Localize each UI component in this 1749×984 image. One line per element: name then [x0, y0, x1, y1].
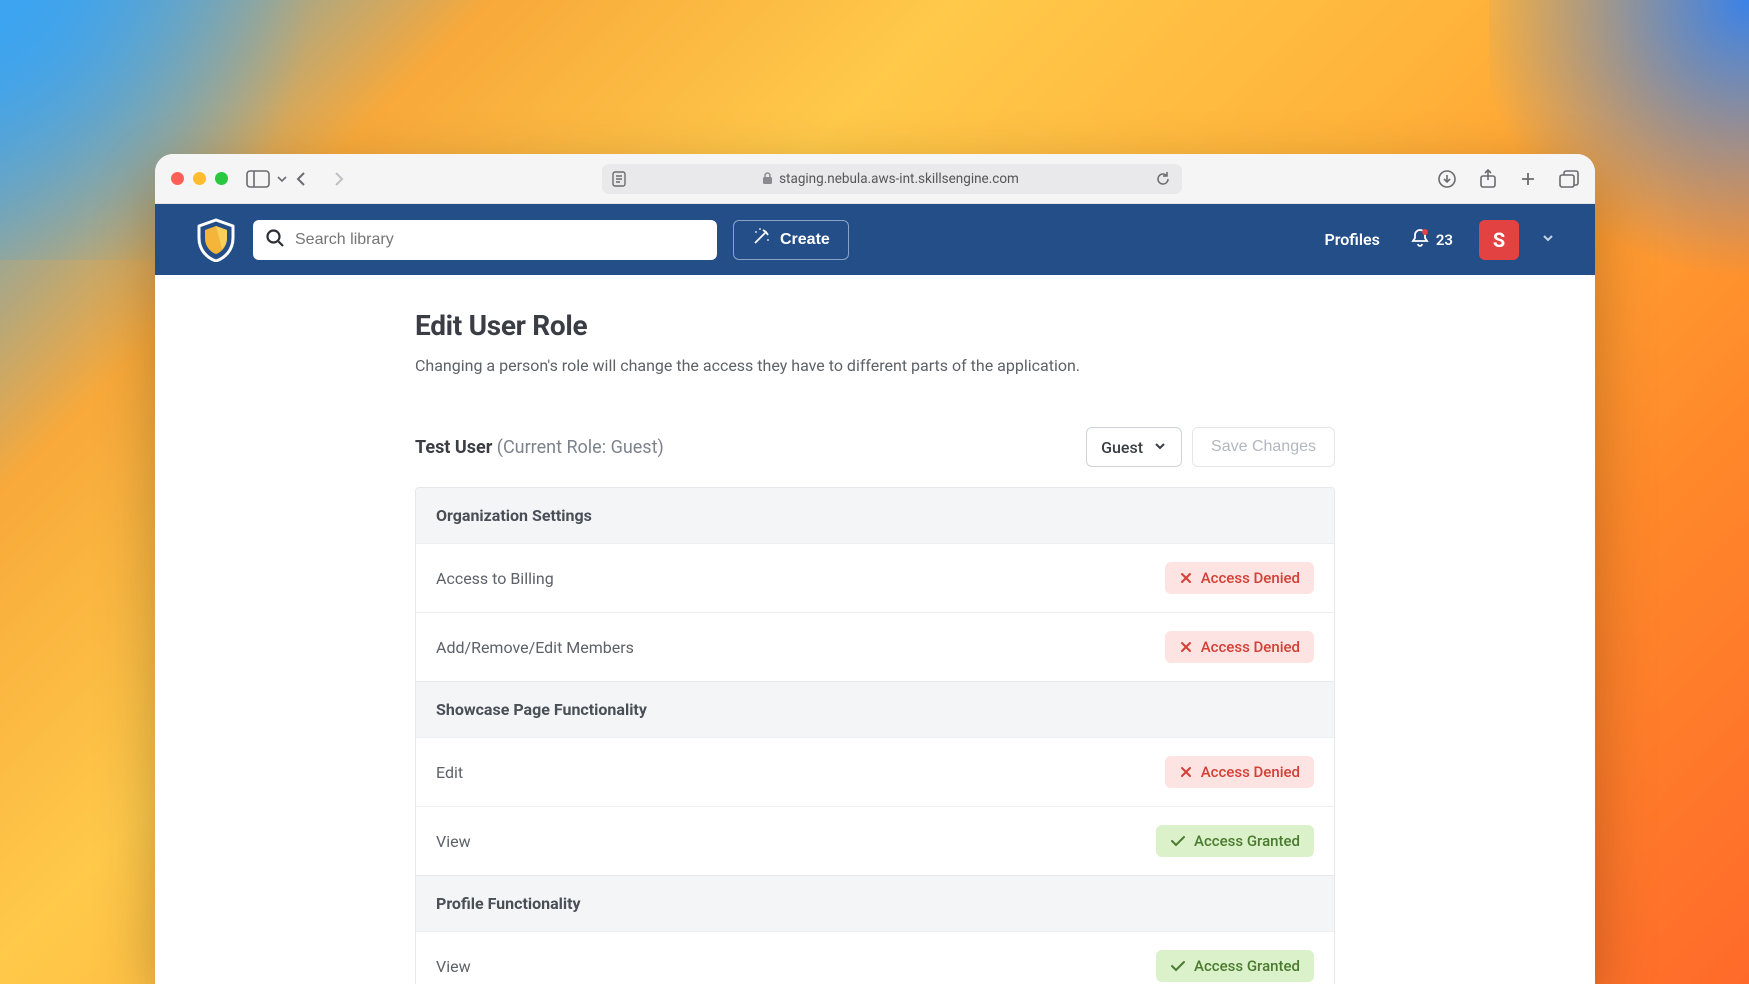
- permissions-section-header: Organization Settings: [416, 488, 1334, 543]
- magic-wand-icon: [752, 228, 770, 251]
- create-label: Create: [780, 231, 830, 249]
- chevron-down-icon[interactable]: [276, 173, 288, 185]
- check-icon: [1170, 959, 1186, 973]
- reload-icon[interactable]: [1155, 171, 1171, 187]
- x-icon: [1179, 765, 1193, 779]
- reader-icon[interactable]: [612, 171, 626, 187]
- page-title: Edit User Role: [415, 309, 1335, 342]
- search-icon: [265, 228, 285, 252]
- notifications-button[interactable]: 23: [1410, 228, 1453, 252]
- app-logo[interactable]: [195, 219, 237, 261]
- user-label: Test User (Current Role: Guest): [415, 437, 664, 458]
- access-denied-badge: Access Denied: [1165, 562, 1314, 594]
- share-icon[interactable]: [1479, 169, 1497, 189]
- sidebar-toggle-icon[interactable]: [246, 170, 270, 188]
- search-input[interactable]: [295, 231, 705, 249]
- permission-row: Add/Remove/Edit Members Access Denied: [416, 612, 1334, 681]
- search-input-wrapper[interactable]: [253, 220, 717, 260]
- permission-label: View: [436, 832, 471, 851]
- access-denied-badge: Access Denied: [1165, 756, 1314, 788]
- access-denied-badge: Access Denied: [1165, 631, 1314, 663]
- bell-icon: [1410, 228, 1430, 252]
- x-icon: [1179, 640, 1193, 654]
- fullscreen-window-button[interactable]: [215, 172, 228, 185]
- page-content: Edit User Role Changing a person's role …: [155, 275, 1595, 984]
- address-bar[interactable]: staging.nebula.aws-int.skillsengine.com: [602, 164, 1182, 194]
- user-menu-chevron-icon[interactable]: [1541, 230, 1555, 249]
- access-granted-badge: Access Granted: [1156, 950, 1314, 982]
- save-changes-button[interactable]: Save Changes: [1192, 427, 1335, 467]
- lock-icon: [762, 172, 773, 185]
- notif-count: 23: [1436, 231, 1453, 249]
- permission-label: Access to Billing: [436, 569, 554, 588]
- back-button[interactable]: [294, 171, 310, 187]
- new-tab-icon[interactable]: [1519, 170, 1537, 188]
- downloads-icon[interactable]: [1437, 169, 1457, 189]
- user-avatar[interactable]: S: [1479, 220, 1519, 260]
- role-selected-value: Guest: [1101, 438, 1143, 457]
- nav-profiles-link[interactable]: Profiles: [1324, 230, 1379, 249]
- permission-row: Edit Access Denied: [416, 737, 1334, 806]
- permissions-section-header: Showcase Page Functionality: [416, 681, 1334, 737]
- role-select[interactable]: Guest: [1086, 427, 1182, 467]
- permission-label: View: [436, 957, 471, 976]
- browser-toolbar: staging.nebula.aws-int.skillsengine.com: [155, 154, 1595, 204]
- minimize-window-button[interactable]: [193, 172, 206, 185]
- permission-label: Add/Remove/Edit Members: [436, 638, 634, 657]
- tabs-icon[interactable]: [1559, 170, 1579, 188]
- create-button[interactable]: Create: [733, 220, 849, 260]
- traffic-lights: [171, 172, 228, 185]
- app-header: Create Profiles 23 S: [155, 204, 1595, 275]
- permissions-table: Organization SettingsAccess to BillingAc…: [415, 487, 1335, 984]
- permission-row: View Access Granted: [416, 931, 1334, 984]
- close-window-button[interactable]: [171, 172, 184, 185]
- x-icon: [1179, 571, 1193, 585]
- access-granted-badge: Access Granted: [1156, 825, 1314, 857]
- permission-row: View Access Granted: [416, 806, 1334, 875]
- check-icon: [1170, 834, 1186, 848]
- page-description: Changing a person's role will change the…: [415, 356, 1335, 375]
- url-text: staging.nebula.aws-int.skillsengine.com: [779, 171, 1019, 187]
- forward-button[interactable]: [330, 171, 346, 187]
- permission-label: Edit: [436, 763, 463, 782]
- permission-row: Access to Billing Access Denied: [416, 543, 1334, 612]
- user-name: Test User: [415, 437, 492, 458]
- browser-window: staging.nebula.aws-int.skillsengine.com: [155, 154, 1595, 984]
- permissions-section-header: Profile Functionality: [416, 875, 1334, 931]
- chevron-down-icon: [1153, 438, 1167, 457]
- current-role-value: Guest: [611, 437, 658, 458]
